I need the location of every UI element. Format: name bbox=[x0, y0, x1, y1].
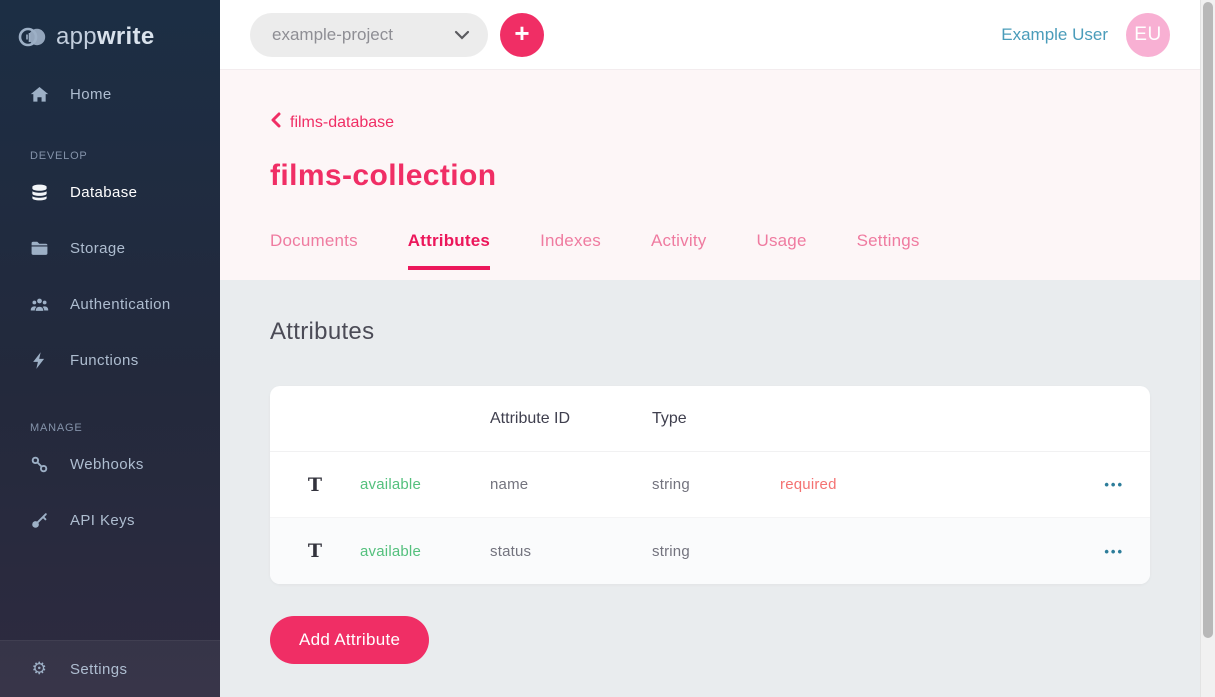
tab-bar: Documents Attributes Indexes Activity Us… bbox=[270, 231, 1215, 270]
table-header-row: Attribute ID Type bbox=[270, 386, 1150, 452]
breadcrumb[interactable]: films-database bbox=[270, 112, 394, 133]
string-type-icon: T bbox=[308, 474, 322, 496]
sidebar-item-label: Settings bbox=[70, 661, 127, 678]
main-area: example-project + Example User EU films-… bbox=[220, 0, 1215, 697]
sidebar-item-label: Database bbox=[70, 184, 137, 201]
sidebar-item-label: Storage bbox=[70, 240, 125, 257]
table-row: T available name string required ••• bbox=[270, 452, 1150, 518]
folder-icon bbox=[30, 239, 49, 258]
row-actions-menu[interactable]: ••• bbox=[1104, 544, 1150, 559]
sidebar-footer: ⚙ Settings bbox=[0, 640, 220, 697]
string-type-icon: T bbox=[308, 540, 322, 562]
users-icon bbox=[30, 295, 49, 314]
tab-indexes[interactable]: Indexes bbox=[540, 231, 601, 270]
breadcrumb-label: films-database bbox=[290, 114, 394, 132]
status-badge: available bbox=[360, 543, 490, 560]
database-icon bbox=[30, 183, 49, 202]
user-name-link[interactable]: Example User bbox=[1001, 25, 1108, 45]
chevron-left-icon bbox=[270, 112, 281, 133]
attribute-id-cell: name bbox=[490, 476, 652, 493]
sidebar-item-settings[interactable]: ⚙ Settings bbox=[0, 641, 220, 697]
column-header-attribute-id: Attribute ID bbox=[490, 410, 652, 428]
type-cell: string bbox=[652, 543, 780, 560]
page-title: films-collection bbox=[270, 159, 1215, 193]
vertical-scrollbar[interactable] bbox=[1200, 0, 1215, 697]
sidebar-section-develop: DEVELOP bbox=[30, 150, 220, 162]
tab-activity[interactable]: Activity bbox=[651, 231, 706, 270]
page-header: films-database films-collection Document… bbox=[220, 70, 1215, 280]
tab-attributes[interactable]: Attributes bbox=[408, 231, 490, 270]
sidebar-item-label: Authentication bbox=[70, 296, 171, 313]
sidebar-item-home[interactable]: Home bbox=[0, 66, 220, 122]
sidebar-item-label: Home bbox=[70, 86, 112, 103]
appwrite-logo-icon bbox=[18, 25, 48, 49]
sidebar-item-label: Functions bbox=[70, 352, 139, 369]
sidebar-item-database[interactable]: Database bbox=[0, 164, 220, 220]
appwrite-logo-text: appwrite bbox=[56, 23, 154, 51]
key-icon bbox=[30, 511, 49, 530]
status-badge: available bbox=[360, 476, 490, 493]
content-area: Attributes Attribute ID Type T available… bbox=[220, 280, 1215, 697]
topbar-right: Example User EU bbox=[1001, 13, 1170, 57]
link-icon bbox=[30, 455, 49, 474]
sidebar-item-authentication[interactable]: Authentication bbox=[0, 276, 220, 332]
home-icon bbox=[30, 85, 49, 104]
required-badge: required bbox=[780, 476, 1060, 493]
avatar[interactable]: EU bbox=[1126, 13, 1170, 57]
sidebar-item-label: API Keys bbox=[70, 512, 135, 529]
column-header-type: Type bbox=[652, 410, 780, 428]
gear-icon: ⚙ bbox=[30, 660, 49, 679]
app-window: appwrite Home DEVELOP Database bbox=[0, 0, 1215, 697]
project-select-value: example-project bbox=[272, 25, 393, 45]
table-row: T available status string ••• bbox=[270, 518, 1150, 584]
attribute-id-cell: status bbox=[490, 543, 652, 560]
sidebar-item-api-keys[interactable]: API Keys bbox=[0, 492, 220, 548]
tab-settings[interactable]: Settings bbox=[857, 231, 920, 270]
sidebar-item-webhooks[interactable]: Webhooks bbox=[0, 436, 220, 492]
sidebar-section-manage: MANAGE bbox=[30, 422, 220, 434]
tab-documents[interactable]: Documents bbox=[270, 231, 358, 270]
type-cell: string bbox=[652, 476, 780, 493]
sidebar-item-functions[interactable]: Functions bbox=[0, 332, 220, 388]
attributes-table: Attribute ID Type T available name strin… bbox=[270, 386, 1150, 584]
lightning-icon bbox=[30, 351, 49, 370]
ellipsis-icon: ••• bbox=[1104, 477, 1124, 492]
sidebar-nav: Home DEVELOP Database Storage bbox=[0, 66, 220, 548]
ellipsis-icon: ••• bbox=[1104, 544, 1124, 559]
add-attribute-button[interactable]: Add Attribute bbox=[270, 616, 429, 664]
scrollbar-thumb[interactable] bbox=[1203, 2, 1213, 638]
plus-icon: + bbox=[514, 20, 529, 46]
content-heading: Attributes bbox=[270, 318, 1215, 346]
appwrite-logo: appwrite bbox=[0, 0, 220, 54]
topbar: example-project + Example User EU bbox=[220, 0, 1215, 70]
row-actions-menu[interactable]: ••• bbox=[1104, 477, 1150, 492]
sidebar-item-label: Webhooks bbox=[70, 456, 144, 473]
add-project-button[interactable]: + bbox=[500, 13, 544, 57]
avatar-initials: EU bbox=[1134, 24, 1161, 46]
chevron-down-icon bbox=[454, 25, 470, 45]
tab-usage[interactable]: Usage bbox=[756, 231, 806, 270]
sidebar: appwrite Home DEVELOP Database bbox=[0, 0, 220, 697]
project-select[interactable]: example-project bbox=[250, 13, 488, 57]
sidebar-item-storage[interactable]: Storage bbox=[0, 220, 220, 276]
